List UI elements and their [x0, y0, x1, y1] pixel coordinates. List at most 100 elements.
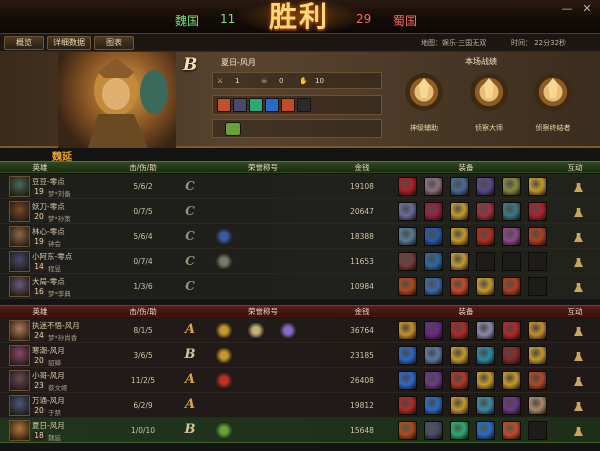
hero-avatar[interactable]: [9, 251, 30, 272]
equip-icon[interactable]: [398, 371, 417, 390]
equip-icon[interactable]: [502, 321, 521, 340]
kda-summary: ⚔ 1 ☠ 0 ✋ 10: [212, 72, 382, 89]
equip-icon[interactable]: [424, 421, 443, 440]
item-icon[interactable]: [265, 98, 279, 112]
minimize-icon[interactable]: —: [560, 2, 574, 16]
equip-icon[interactable]: [476, 277, 495, 296]
interact-icon[interactable]: [573, 255, 585, 269]
equip-icon[interactable]: [528, 321, 547, 340]
equip-icon[interactable]: [528, 202, 547, 221]
hero-avatar[interactable]: [9, 176, 30, 197]
equip-icon[interactable]: [398, 421, 417, 440]
hero-avatar[interactable]: [9, 370, 30, 391]
equip-icon[interactable]: [502, 346, 521, 365]
equip-icon[interactable]: [476, 177, 495, 196]
equip-icon[interactable]: [424, 371, 443, 390]
equip-icon[interactable]: [476, 202, 495, 221]
left-team-score: 11: [220, 12, 236, 26]
equip-icon[interactable]: [424, 252, 443, 271]
equip-icon[interactable]: [528, 177, 547, 196]
tab-details[interactable]: 详细数据: [47, 36, 91, 50]
equip-icon[interactable]: [450, 227, 469, 246]
equip-icon[interactable]: [476, 371, 495, 390]
equip-icon[interactable]: [502, 277, 521, 296]
hero-name: 梦*刘备: [48, 190, 71, 198]
hero-avatar[interactable]: [9, 395, 30, 416]
interact-icon[interactable]: [573, 180, 585, 194]
interact-icon[interactable]: [573, 280, 585, 294]
equip-icon[interactable]: [528, 346, 547, 365]
equip-icon[interactable]: [528, 227, 547, 246]
equip-icon[interactable]: [398, 277, 417, 296]
interact-icon[interactable]: [573, 349, 585, 363]
equip-icon[interactable]: [476, 421, 495, 440]
item-icon[interactable]: [233, 98, 247, 112]
medal-icon: [467, 70, 511, 114]
skull-icon: ☠: [261, 77, 268, 85]
interact-icon[interactable]: [573, 230, 585, 244]
equip-icon[interactable]: [424, 396, 443, 415]
equip-slot-empty: [502, 252, 521, 271]
equip-icon[interactable]: [398, 346, 417, 365]
equip-icon[interactable]: [398, 227, 417, 246]
equip-icon[interactable]: [502, 371, 521, 390]
equip-icon[interactable]: [476, 396, 495, 415]
hero-avatar[interactable]: [9, 201, 30, 222]
equip-icon[interactable]: [398, 321, 417, 340]
interact-icon[interactable]: [573, 374, 585, 388]
equip-icon[interactable]: [450, 252, 469, 271]
honor-icon: [279, 323, 297, 338]
rank-grade: C: [185, 179, 195, 193]
hero-avatar[interactable]: [9, 276, 30, 297]
interact-icon[interactable]: [573, 205, 585, 219]
interact-figure: [574, 258, 583, 267]
equip-icon[interactable]: [424, 202, 443, 221]
tab-charts[interactable]: 图表: [94, 36, 134, 50]
equip-icon[interactable]: [398, 252, 417, 271]
equip-icon[interactable]: [476, 321, 495, 340]
interact-icon[interactable]: [573, 324, 585, 338]
hero-avatar[interactable]: [9, 320, 30, 341]
equip-icon[interactable]: [502, 227, 521, 246]
equip-icon[interactable]: [424, 227, 443, 246]
hero-avatar[interactable]: [9, 226, 30, 247]
hero-avatar[interactable]: [9, 345, 30, 366]
player-row: 寒潮-风月 20 貂蝉 3/6/5 B 23185: [0, 343, 600, 368]
interact-icon[interactable]: [573, 399, 585, 413]
equip-icon[interactable]: [502, 177, 521, 196]
item-icon[interactable]: [249, 98, 263, 112]
equip-icon[interactable]: [424, 321, 443, 340]
equip-icon[interactable]: [502, 396, 521, 415]
equip-icon[interactable]: [398, 396, 417, 415]
tab-overview[interactable]: 概览: [4, 36, 44, 50]
hero-avatar[interactable]: [9, 420, 30, 441]
equip-slot-empty: [528, 277, 547, 296]
equip-icon[interactable]: [424, 277, 443, 296]
equip-icon[interactable]: [450, 421, 469, 440]
rank-grade: A: [184, 397, 196, 412]
equip-icon[interactable]: [450, 177, 469, 196]
interact-icon[interactable]: [573, 424, 585, 438]
equip-icon[interactable]: [450, 396, 469, 415]
equip-icon[interactable]: [476, 227, 495, 246]
equip-icon[interactable]: [450, 277, 469, 296]
close-icon[interactable]: ✕: [580, 2, 594, 16]
equip-icon[interactable]: [398, 202, 417, 221]
equip-icon[interactable]: [450, 346, 469, 365]
rank-grade: C: [185, 229, 195, 243]
equip-icon[interactable]: [476, 346, 495, 365]
equip-icon[interactable]: [450, 321, 469, 340]
equip-icon[interactable]: [502, 421, 521, 440]
kda-value: 3/6/5: [133, 351, 153, 360]
item-icon[interactable]: [281, 98, 295, 112]
player-items: [212, 95, 382, 115]
equip-icon[interactable]: [424, 177, 443, 196]
equip-icon[interactable]: [528, 371, 547, 390]
equip-icon[interactable]: [502, 202, 521, 221]
equip-icon[interactable]: [398, 177, 417, 196]
item-icon[interactable]: [217, 98, 231, 112]
equip-icon[interactable]: [450, 371, 469, 390]
equip-icon[interactable]: [528, 396, 547, 415]
equip-icon[interactable]: [424, 346, 443, 365]
equip-icon[interactable]: [450, 202, 469, 221]
